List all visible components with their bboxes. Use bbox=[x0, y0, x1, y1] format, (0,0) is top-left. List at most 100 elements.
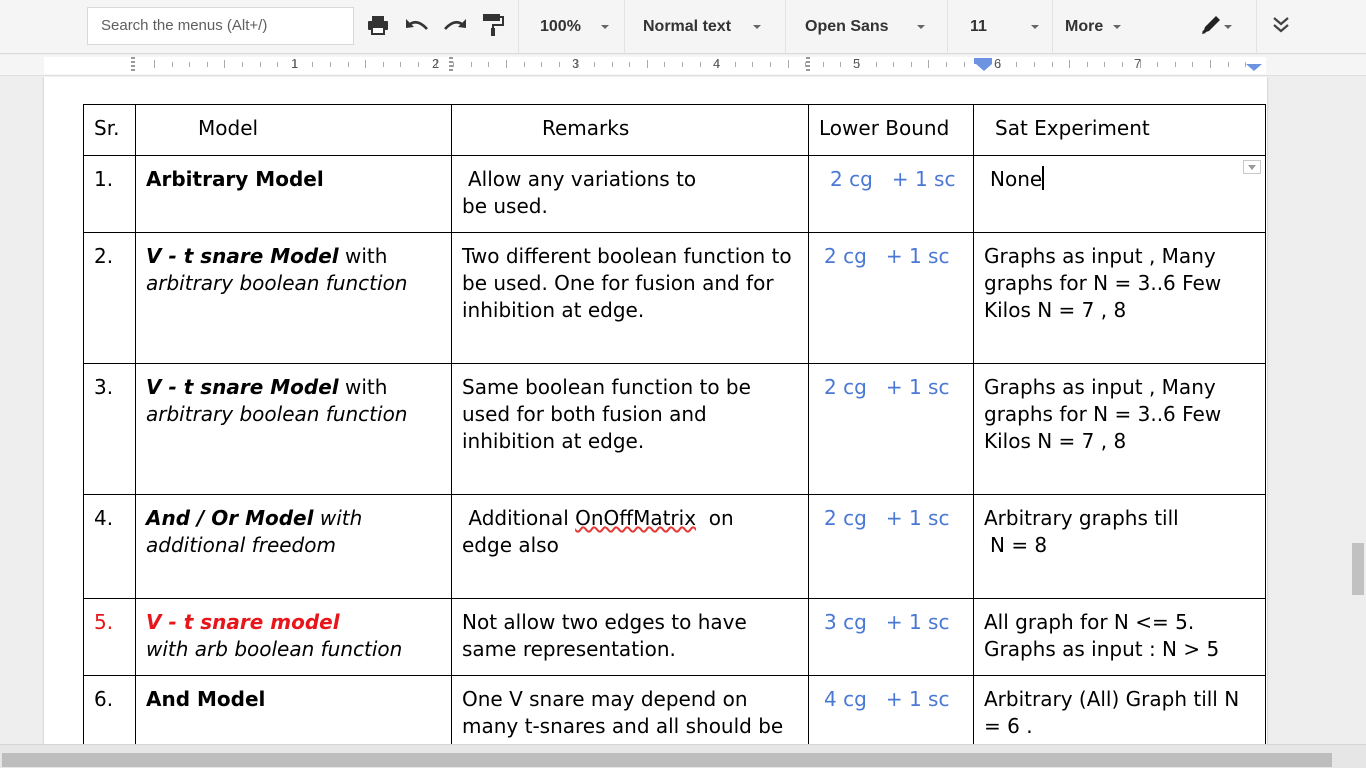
redo-icon[interactable] bbox=[442, 12, 468, 38]
print-icon[interactable] bbox=[365, 12, 391, 38]
ruler-number: 5 bbox=[853, 56, 861, 71]
toolbar-divider bbox=[624, 0, 625, 54]
ruler-tick bbox=[1122, 62, 1123, 67]
font-size-dropdown[interactable]: 11 bbox=[970, 0, 1039, 54]
ruler-track[interactable] bbox=[44, 57, 1266, 74]
header-lower-bound: Lower Bound bbox=[808, 104, 974, 156]
chevron-down-icon[interactable] bbox=[1224, 25, 1232, 29]
misspelled-word[interactable]: OnOffMatrix bbox=[575, 506, 696, 530]
table-header-row: Sr. Model Remarks Lower Bound Sat Experi… bbox=[83, 104, 1266, 156]
remarks-line: be used. bbox=[462, 194, 548, 218]
cell-sat[interactable]: Graphs as input , Many graphs for N = 3.… bbox=[973, 363, 1266, 495]
cell-remarks[interactable]: One V snare may depend on many t-snares … bbox=[451, 675, 809, 744]
document-area: Sr. Model Remarks Lower Bound Sat Experi… bbox=[0, 77, 1366, 744]
sat-line: Arbitrary graphs till bbox=[984, 506, 1179, 530]
ruler-tick bbox=[1087, 62, 1088, 67]
cell-lower-bound[interactable]: 2 cg + 1 sc bbox=[808, 232, 974, 364]
cell-lower-bound[interactable]: 4 cg + 1 sc bbox=[808, 675, 974, 744]
cell-sat[interactable]: Arbitrary (All) Graph till N = 6 . bbox=[973, 675, 1266, 744]
ruler-tick bbox=[383, 62, 384, 67]
ruler-tick bbox=[629, 62, 630, 67]
cell-model[interactable]: V - t snare Model with arbitrary boolean … bbox=[135, 232, 452, 364]
cell-model[interactable]: V - t snare model with arb boolean functi… bbox=[135, 598, 452, 676]
ruler-tick bbox=[172, 62, 173, 67]
ruler-tick bbox=[312, 62, 313, 67]
document-page[interactable]: Sr. Model Remarks Lower Bound Sat Experi… bbox=[44, 77, 1267, 744]
horizontal-scrollbar[interactable] bbox=[0, 744, 1366, 768]
horizontal-scroll-thumb[interactable] bbox=[2, 753, 1332, 767]
text-cursor bbox=[1042, 166, 1045, 190]
model-table: Sr. Model Remarks Lower Bound Sat Experi… bbox=[83, 104, 1266, 744]
table-row: 6. And Model One V snare may depend on m… bbox=[83, 675, 1266, 744]
remarks-line: Additional OnOffMatrix on bbox=[462, 505, 798, 532]
ruler-tick bbox=[647, 60, 648, 68]
cell-lower-bound[interactable]: 2 cg + 1 sc bbox=[808, 494, 974, 599]
cell-remarks[interactable]: Not allow two edges to have same represe… bbox=[451, 598, 809, 676]
column-marker[interactable] bbox=[131, 57, 135, 73]
ruler-tick bbox=[1016, 62, 1017, 67]
ruler-tick bbox=[1210, 60, 1211, 68]
ruler-tick bbox=[1034, 62, 1035, 67]
sc-value: + 1 sc bbox=[885, 244, 950, 268]
cell-remarks[interactable]: Same boolean function to be used for bot… bbox=[451, 363, 809, 495]
column-marker[interactable] bbox=[806, 57, 810, 73]
ruler-tick bbox=[207, 62, 208, 67]
ruler-tick bbox=[893, 62, 894, 67]
cell-sat[interactable]: None bbox=[973, 155, 1266, 233]
ruler-tick bbox=[1192, 62, 1193, 67]
paragraph-style-dropdown[interactable]: Normal text bbox=[643, 0, 762, 54]
ruler-tick bbox=[541, 62, 542, 67]
cell-sat[interactable]: Arbitrary graphs till N = 8 bbox=[973, 494, 1266, 599]
ruler-number: 6 bbox=[994, 56, 1002, 71]
cell-lower-bound[interactable]: 3 cg + 1 sc bbox=[808, 598, 974, 676]
right-indent-icon[interactable] bbox=[1246, 64, 1262, 71]
pen-icon[interactable] bbox=[1198, 12, 1224, 38]
ruler-tick bbox=[928, 60, 929, 68]
model-name: V - t snare model bbox=[146, 610, 340, 634]
model-name: Arbitrary Model bbox=[146, 167, 324, 191]
cell-sat[interactable]: All graph for N <= 5. Graphs as input : … bbox=[973, 598, 1266, 676]
ruler-tick bbox=[418, 62, 419, 67]
paint-format-icon[interactable] bbox=[480, 12, 506, 38]
header-model: Model bbox=[135, 104, 452, 156]
ruler-tick bbox=[154, 60, 155, 68]
ruler-number: 7 bbox=[1134, 56, 1142, 71]
sc-value: + 1 sc bbox=[885, 506, 950, 530]
ruler-tick bbox=[242, 62, 243, 67]
toolbar-divider bbox=[518, 0, 519, 54]
toolbar: Search the menus (Alt+/) 100% Normal tex… bbox=[0, 0, 1366, 54]
ruler-tick bbox=[876, 62, 877, 67]
ruler-tick bbox=[224, 60, 225, 68]
remarks-line: Allow any variations to bbox=[468, 167, 697, 191]
ruler-tick bbox=[260, 62, 261, 67]
column-marker[interactable] bbox=[449, 57, 453, 73]
indent-marker-icon[interactable] bbox=[976, 64, 992, 71]
ruler-tick bbox=[770, 62, 771, 67]
vertical-scrollbar[interactable] bbox=[1349, 77, 1366, 744]
collapse-icon[interactable] bbox=[1268, 12, 1294, 38]
undo-icon[interactable] bbox=[404, 12, 430, 38]
vertical-scroll-thumb[interactable] bbox=[1352, 543, 1364, 595]
sat-line: N = 8 bbox=[990, 533, 1048, 557]
cell-model[interactable]: And Model bbox=[135, 675, 452, 744]
menu-search-input[interactable]: Search the menus (Alt+/) bbox=[87, 7, 354, 45]
font-dropdown[interactable]: Open Sans bbox=[805, 0, 925, 54]
chevron-down-icon bbox=[916, 25, 925, 29]
more-menu-button[interactable]: More bbox=[1065, 0, 1122, 54]
cell-lower-bound[interactable]: 2 cg + 1 sc bbox=[808, 363, 974, 495]
cg-value: 2 cg bbox=[830, 167, 873, 191]
cell-dropdown-icon[interactable] bbox=[1243, 160, 1261, 174]
zoom-dropdown[interactable]: 100% bbox=[540, 0, 609, 54]
cell-model[interactable]: V - t snare Model with arbitrary boolean … bbox=[135, 363, 452, 495]
cell-model[interactable]: Arbitrary Model bbox=[135, 155, 452, 233]
header-sr: Sr. bbox=[83, 104, 136, 156]
cell-remarks[interactable]: Additional OnOffMatrix on edge also bbox=[451, 494, 809, 599]
model-name: And / Or Model bbox=[146, 506, 314, 530]
cell-model[interactable]: And / Or Model with additional freedom bbox=[135, 494, 452, 599]
cell-remarks[interactable]: Two different boolean function to be use… bbox=[451, 232, 809, 364]
model-with: with bbox=[338, 244, 388, 268]
cell-remarks[interactable]: Allow any variations to be used. bbox=[451, 155, 809, 233]
cell-sat[interactable]: Graphs as input , Many graphs for N = 3.… bbox=[973, 232, 1266, 364]
cell-lower-bound[interactable]: 2 cg + 1 sc bbox=[808, 155, 974, 233]
remarks-text: Additional bbox=[462, 506, 576, 530]
